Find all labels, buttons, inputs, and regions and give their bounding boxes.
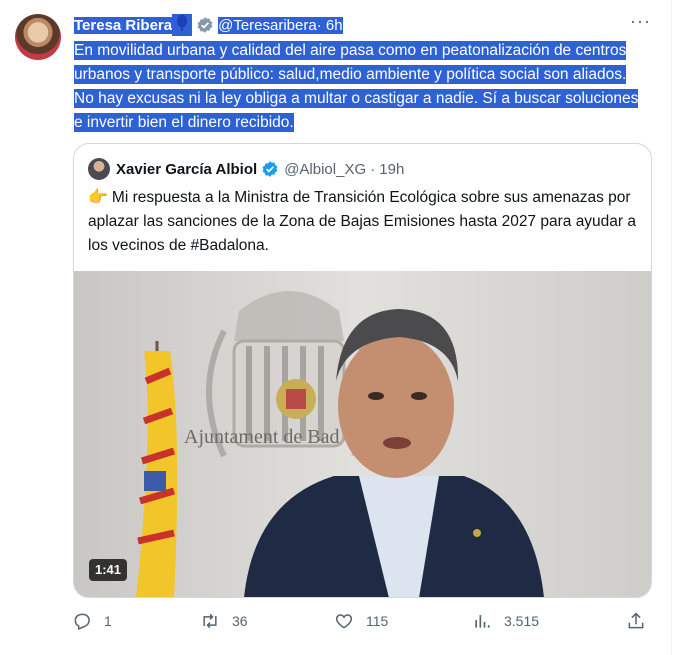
quoted-tweet-time[interactable]: · 19h	[370, 161, 404, 178]
retweet-icon	[203, 613, 217, 629]
quoted-tweet[interactable]: Xavier García Albiol @Albiol_XG · 19h 👉 M…	[73, 143, 652, 598]
views-button[interactable]: 3.515	[472, 607, 539, 635]
views-icon	[475, 615, 490, 628]
verified-badge-icon	[261, 160, 279, 178]
tweet-time[interactable]: · 6h	[316, 16, 343, 34]
quoted-tweet-text: 👉 Mi respuesta a la Ministra de Transició…	[88, 186, 638, 258]
reply-icon	[74, 613, 90, 631]
retweet-button[interactable]: 36	[200, 607, 248, 635]
share-button[interactable]	[626, 607, 658, 635]
share-icon	[628, 612, 644, 629]
quoted-tweet-text-content: Mi respuesta a la Ministra de Transición…	[88, 189, 637, 254]
quoted-author-handle[interactable]: @Albiol_XG	[284, 161, 366, 178]
quoted-tweet-header: Xavier García Albiol @Albiol_XG · 19h	[88, 158, 404, 180]
tweet-text-content: En movilidad urbana y calidad del aire p…	[74, 41, 639, 132]
blue-pin-icon	[172, 14, 193, 36]
author-name[interactable]: Teresa Ribera	[74, 16, 173, 34]
quoted-author-avatar[interactable]	[88, 158, 110, 180]
action-bar: 1 36 115 3.515	[72, 607, 652, 635]
like-button[interactable]: 115	[334, 607, 388, 635]
more-options-icon[interactable]: ···	[630, 12, 650, 34]
video-player[interactable]: Ajuntament de Bad 1:41	[74, 271, 651, 597]
video-frame-image: Ajuntament de Bad	[74, 271, 651, 597]
wall-text: Ajuntament de Bad	[184, 426, 340, 448]
verified-badge-icon	[196, 16, 214, 34]
reply-count: 1	[104, 613, 112, 629]
heart-icon	[335, 614, 353, 629]
tweet[interactable]: Teresa Ribera @Teresaribera · 6h ··· En …	[0, 0, 672, 655]
quoted-author-name[interactable]: Xavier García Albiol	[116, 161, 257, 178]
video-duration: 1:41	[89, 559, 128, 581]
author-avatar[interactable]	[15, 14, 61, 60]
timeline-border	[671, 0, 672, 655]
views-count: 3.515	[504, 613, 540, 629]
tweet-text: En movilidad urbana y calidad del aire p…	[74, 39, 639, 135]
tweet-header: Teresa Ribera @Teresaribera · 6h	[74, 14, 343, 36]
author-handle[interactable]: @Teresaribera	[218, 16, 317, 34]
retweet-count: 36	[232, 613, 248, 629]
like-count: 115	[366, 613, 389, 629]
reply-button[interactable]: 1	[72, 607, 112, 635]
pointing-hand-icon: 👉	[88, 189, 108, 206]
